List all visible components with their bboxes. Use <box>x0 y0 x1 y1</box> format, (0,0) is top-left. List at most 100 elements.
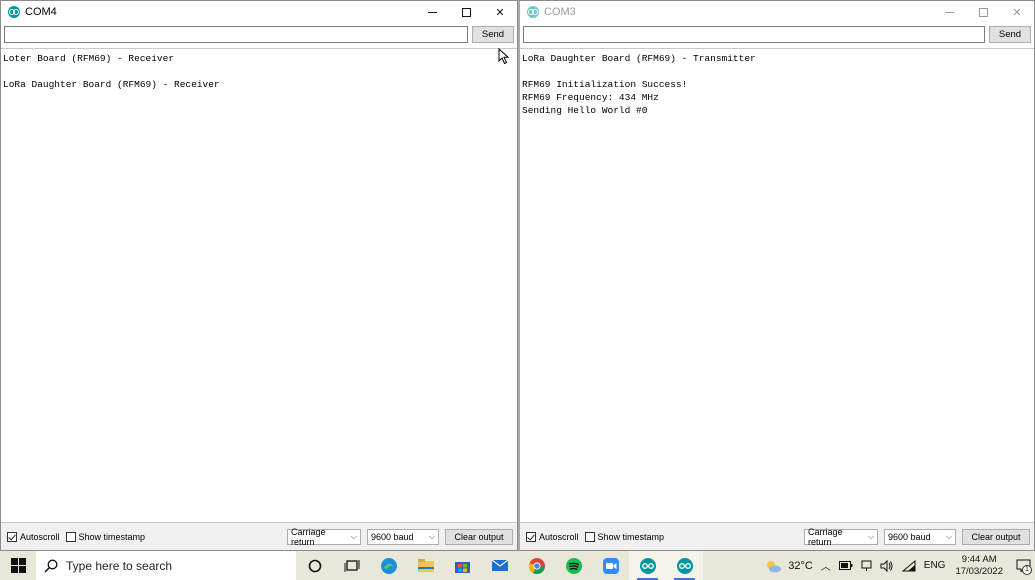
send-button[interactable]: Send <box>989 26 1031 43</box>
line-ending-value: Carriage return <box>291 526 326 547</box>
line-ending-value: Carriage return <box>808 526 843 547</box>
store-button[interactable] <box>444 551 481 580</box>
arduino-button-1[interactable] <box>629 551 666 580</box>
search-icon <box>44 559 58 573</box>
baud-value: 9600 baud <box>888 531 931 542</box>
baud-value: 9600 baud <box>371 531 414 542</box>
chrome-button[interactable] <box>518 551 555 580</box>
status-bar: Autoscroll Show timestamp Carriage retur… <box>520 523 1034 550</box>
weather-widget[interactable]: 32°C <box>764 559 813 573</box>
send-input[interactable] <box>4 26 468 43</box>
chevron-down-icon: ⌵ <box>867 531 874 541</box>
language-indicator[interactable]: ENG <box>924 560 946 571</box>
notification-count-badge: 1 <box>1022 565 1032 575</box>
close-icon: ✕ <box>495 5 505 19</box>
file-explorer-icon <box>417 559 434 572</box>
file-explorer-button[interactable] <box>407 551 444 580</box>
window-title: COM3 <box>544 6 576 18</box>
timestamp-label: Show timestamp <box>597 531 665 542</box>
minimize-button[interactable] <box>415 1 449 23</box>
line-ending-select[interactable]: Carriage return ⌵ <box>287 526 361 547</box>
checkbox-unchecked-icon <box>584 531 595 542</box>
output-line: Loter Board (RFM69) - Receiver <box>3 53 175 64</box>
baud-select[interactable]: 9600 baud ⌵ <box>884 528 956 545</box>
maximize-button[interactable] <box>449 1 483 23</box>
edge-button[interactable] <box>370 551 407 580</box>
minimize-icon <box>427 11 437 13</box>
show-hidden-icons-button[interactable]: ︿ <box>821 558 831 573</box>
close-button[interactable]: ✕ <box>1000 1 1034 23</box>
meet-now-icon <box>861 560 872 571</box>
close-icon: ✕ <box>1012 5 1022 19</box>
store-icon <box>455 561 470 573</box>
minimize-icon <box>944 11 954 13</box>
timestamp-checkbox[interactable]: Show timestamp <box>65 531 146 542</box>
chrome-icon <box>528 557 545 574</box>
wifi-icon <box>901 559 916 571</box>
device-button[interactable] <box>861 560 872 572</box>
output-line: RFM69 Initialization Success! <box>522 79 688 90</box>
clear-output-button[interactable]: Clear output <box>445 528 513 545</box>
autoscroll-checkbox[interactable]: Autoscroll <box>7 531 60 542</box>
autoscroll-label: Autoscroll <box>539 531 579 542</box>
clock[interactable]: 9:44 AM 17/03/2022 <box>955 554 1003 578</box>
zoom-button[interactable] <box>592 551 629 580</box>
cortana-button[interactable] <box>296 551 333 580</box>
network-button[interactable] <box>901 559 916 572</box>
arduino-icon <box>8 6 20 18</box>
battery-icon <box>838 561 853 570</box>
baud-select[interactable]: 9600 baud ⌵ <box>367 528 439 545</box>
chevron-down-icon: ⌵ <box>945 531 952 541</box>
title-bar[interactable]: COM4 ✕ <box>1 1 517 23</box>
output-line: LoRa Daughter Board (RFM69) - Receiver <box>3 79 220 90</box>
cortana-icon <box>308 559 321 572</box>
chevron-down-icon: ⌵ <box>428 531 435 541</box>
task-view-icon <box>344 559 359 572</box>
minimize-button[interactable] <box>932 1 966 23</box>
search-placeholder: Type here to search <box>66 558 173 573</box>
timestamp-checkbox[interactable]: Show timestamp <box>584 531 665 542</box>
weather-temperature: 32°C <box>788 559 813 572</box>
zoom-icon <box>602 557 619 574</box>
spotify-button[interactable] <box>555 551 592 580</box>
serial-output[interactable]: Loter Board (RFM69) - Receiver LoRa Daug… <box>1 48 517 523</box>
arduino-icon <box>676 557 693 574</box>
arduino-button-2[interactable] <box>666 551 703 580</box>
battery-button[interactable] <box>838 561 853 570</box>
serial-monitor-window-com3[interactable]: COM3 ✕ Send LoRa Daughter Board (RFM69) … <box>518 0 1035 551</box>
autoscroll-label: Autoscroll <box>20 531 60 542</box>
serial-output[interactable]: LoRa Daughter Board (RFM69) - Transmitte… <box>520 48 1034 523</box>
start-button[interactable] <box>0 551 36 580</box>
send-input[interactable] <box>523 26 985 43</box>
checkbox-unchecked-icon <box>65 531 76 542</box>
mouse-cursor-icon <box>498 48 510 65</box>
windows-logo-icon <box>10 558 26 573</box>
output-line: Sending Hello World #0 <box>522 105 648 116</box>
timestamp-label: Show timestamp <box>78 531 146 542</box>
maximize-icon <box>461 7 471 17</box>
task-view-button[interactable] <box>333 551 370 580</box>
chevron-down-icon: ⌵ <box>350 531 357 541</box>
arduino-icon <box>639 557 656 574</box>
output-line: RFM69 Frequency: 434 MHz <box>522 92 659 103</box>
line-ending-select[interactable]: Carriage return ⌵ <box>804 526 878 547</box>
send-button[interactable]: Send <box>472 26 514 43</box>
output-line: LoRa Daughter Board (RFM69) - Transmitte… <box>522 53 756 64</box>
autoscroll-checkbox[interactable]: Autoscroll <box>526 531 579 542</box>
taskbar: Type here to search 32°C ︿ ENG 9:44 AM 1… <box>0 551 1035 580</box>
volume-button[interactable] <box>880 559 894 572</box>
clock-date: 17/03/2022 <box>955 565 1003 577</box>
spotify-icon <box>565 557 582 574</box>
mail-button[interactable] <box>481 551 518 580</box>
maximize-icon <box>978 7 988 17</box>
notification-center-button[interactable]: 1 <box>1011 551 1035 580</box>
serial-monitor-window-com4[interactable]: COM4 ✕ Send Loter Board (RFM69) - Receiv… <box>0 0 518 551</box>
taskbar-search-box[interactable]: Type here to search <box>36 551 296 580</box>
close-button[interactable]: ✕ <box>483 1 517 23</box>
maximize-button[interactable] <box>966 1 1000 23</box>
mail-icon <box>491 559 508 571</box>
title-bar[interactable]: COM3 ✕ <box>520 1 1034 23</box>
edge-icon <box>380 557 397 574</box>
clear-output-button[interactable]: Clear output <box>962 528 1030 545</box>
window-title: COM4 <box>25 6 57 18</box>
